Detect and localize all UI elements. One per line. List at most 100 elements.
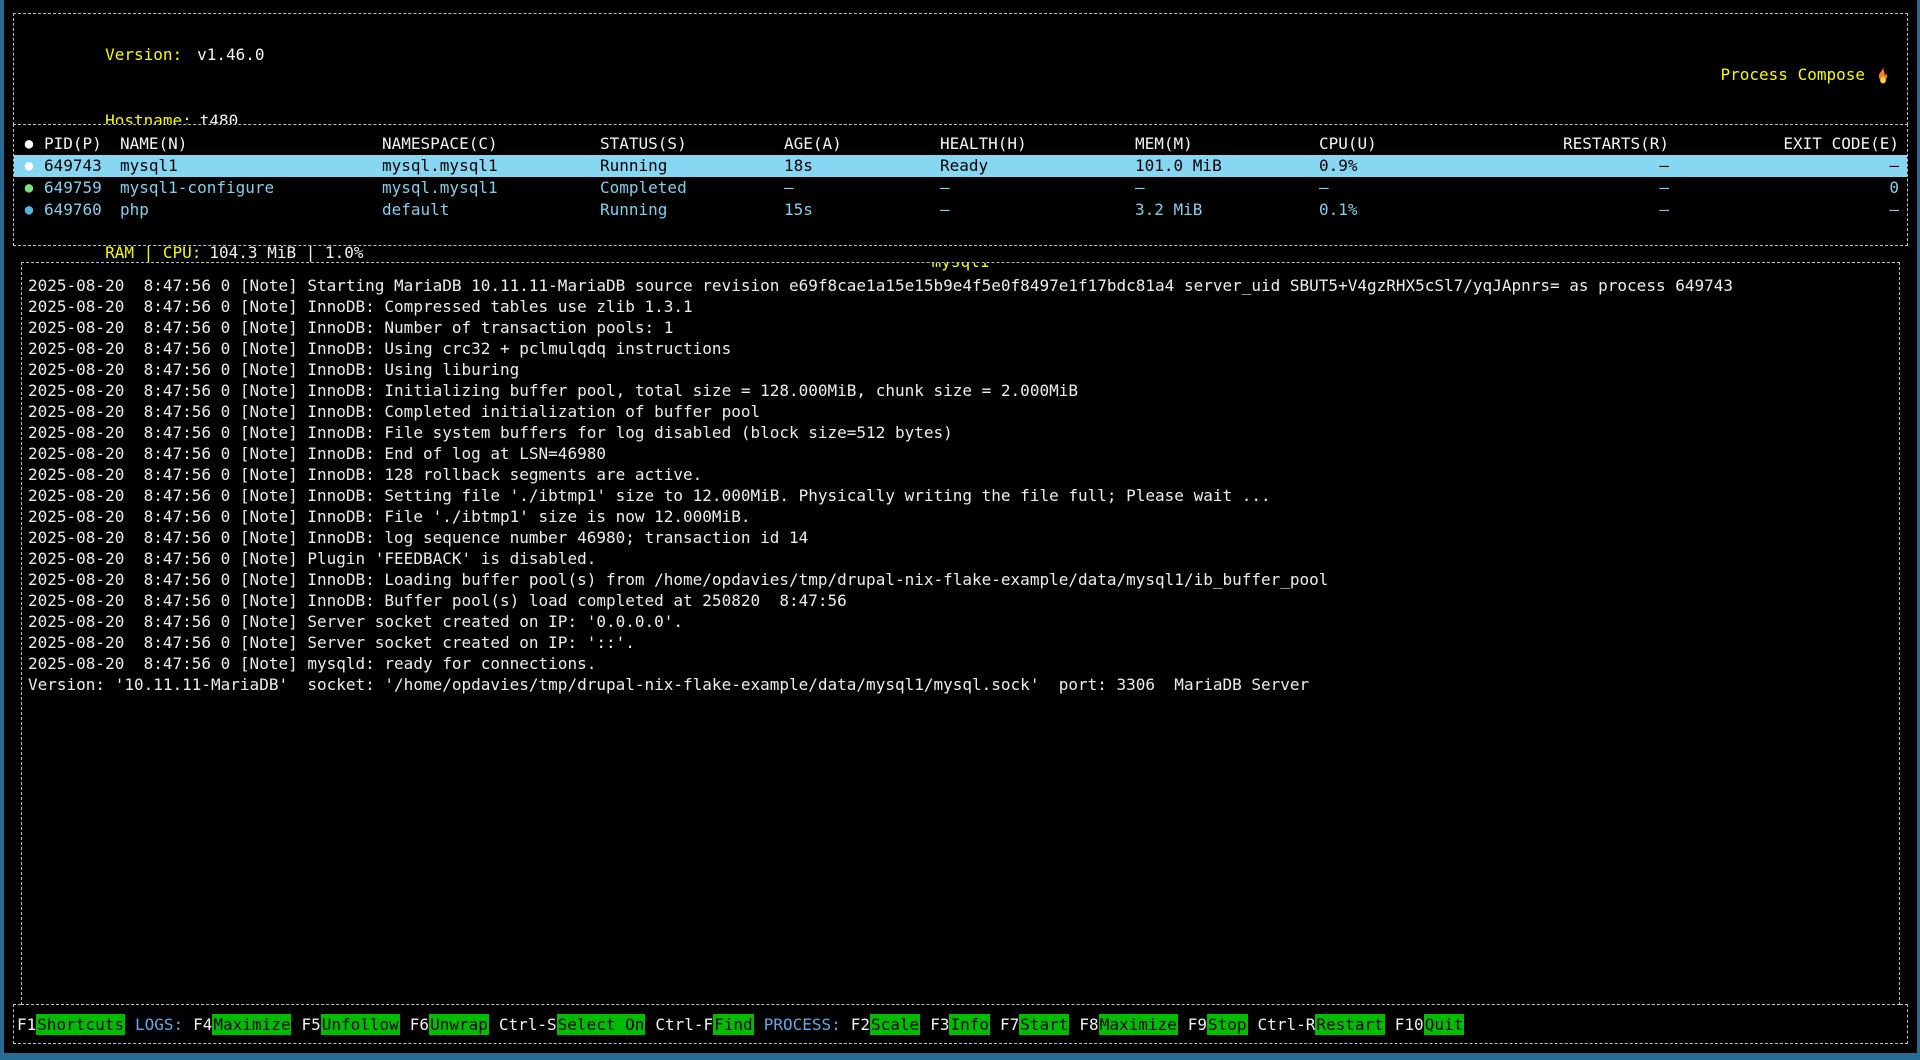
header-bullet-icon: ● — [14, 133, 44, 155]
log-line: 2025-08-20 8:47:56 0 [Note] Server socke… — [28, 611, 1893, 632]
shortcut-action[interactable]: Select On — [557, 1014, 646, 1035]
log-line: 2025-08-20 8:47:56 0 [Note] InnoDB: log … — [28, 527, 1893, 548]
cell-namespace: mysql.mysql1 — [382, 177, 600, 199]
shortcut-key: Ctrl-R — [1258, 1015, 1316, 1034]
cell-status: Completed — [600, 177, 784, 199]
col-mem[interactable]: MEM(M) — [1135, 133, 1319, 155]
shortcut-action[interactable]: Start — [1019, 1014, 1069, 1035]
log-line: 2025-08-20 8:47:56 0 [Note] mysqld: read… — [28, 653, 1893, 674]
process-row[interactable]: ● 649760 php default Running 15s – 3.2 M… — [14, 199, 1907, 221]
shortcut-key: F10 — [1395, 1015, 1424, 1034]
flame-icon — [1873, 65, 1893, 85]
shortcut-action[interactable]: Find — [713, 1014, 754, 1035]
shortcut-section-process: PROCESS: — [764, 1015, 841, 1034]
log-line: 2025-08-20 8:47:56 0 [Note] Starting Mar… — [28, 275, 1893, 296]
shortcut-key: Ctrl-S — [499, 1015, 557, 1034]
shortcut-key: F3 — [930, 1015, 949, 1034]
log-line: 2025-08-20 8:47:56 0 [Note] InnoDB: Numb… — [28, 317, 1893, 338]
shortcut-action[interactable]: Shortcuts — [36, 1014, 125, 1035]
log-line: 2025-08-20 8:47:56 0 [Note] InnoDB: Init… — [28, 380, 1893, 401]
info-version-value: v1.46.0 — [189, 45, 264, 64]
cell-age: 15s — [784, 199, 940, 221]
shortcut-action[interactable]: Unfollow — [321, 1014, 400, 1035]
col-cpu[interactable]: CPU(U) — [1319, 133, 1539, 155]
cell-status: Running — [600, 199, 784, 221]
col-name[interactable]: NAME(N) — [120, 133, 382, 155]
shortcut-unfollow[interactable]: F5Unfollow — [301, 1015, 399, 1034]
shortcut-find[interactable]: Ctrl-FFind — [655, 1015, 753, 1034]
cell-name: php — [120, 199, 382, 221]
log-line: 2025-08-20 8:47:56 0 [Note] InnoDB: Buff… — [28, 590, 1893, 611]
log-line: 2025-08-20 8:47:56 0 [Note] Server socke… — [28, 632, 1893, 653]
status-bullet-icon: ● — [14, 155, 44, 177]
shortcut-action[interactable]: Restart — [1315, 1014, 1384, 1035]
cell-age: 18s — [784, 155, 940, 177]
cell-pid: 649759 — [44, 177, 120, 199]
shortcut-action[interactable]: Stop — [1207, 1014, 1248, 1035]
app-title: Process Compose — [1721, 26, 1894, 124]
process-compose-window: Version:v1.46.0 Hostname:t480 Processes:… — [0, 0, 1920, 1060]
shortcut-restart[interactable]: Ctrl-RRestart — [1258, 1015, 1385, 1034]
cell-name: mysql1 — [120, 155, 382, 177]
shortcut-action[interactable]: Info — [949, 1014, 990, 1035]
log-panel[interactable]: mysql1 2025-08-20 8:47:56 0 [Note] Start… — [21, 262, 1900, 1005]
log-panel-title: mysql1 — [931, 262, 991, 273]
log-line: 2025-08-20 8:47:56 0 [Note] InnoDB: Usin… — [28, 359, 1893, 380]
shortcut-action[interactable]: Scale — [870, 1014, 920, 1035]
shortcut-start[interactable]: F7Start — [1000, 1015, 1069, 1034]
process-row[interactable]: ● 649759 mysql1-configure mysql.mysql1 C… — [14, 177, 1907, 199]
shortcut-shortcuts[interactable]: F1Shortcuts — [17, 1015, 125, 1034]
process-table-panel: ● PID(P) NAME(N) NAMESPACE(C) STATUS(S) … — [13, 124, 1908, 246]
col-pid[interactable]: PID(P) — [44, 133, 120, 155]
process-table-rows: ● 649743 mysql1 mysql.mysql1 Running 18s… — [14, 155, 1907, 221]
col-status[interactable]: STATUS(S) — [600, 133, 784, 155]
cell-name: mysql1-configure — [120, 177, 382, 199]
log-line: 2025-08-20 8:47:56 0 [Note] InnoDB: File… — [28, 506, 1893, 527]
shortcut-stop[interactable]: F9Stop — [1188, 1015, 1248, 1034]
cell-mem: 3.2 MiB — [1135, 199, 1319, 221]
cell-health: – — [940, 199, 1135, 221]
cell-pid: 649760 — [44, 199, 120, 221]
status-bullet-icon: ● — [14, 199, 44, 221]
shortcut-action[interactable]: Maximize — [212, 1014, 291, 1035]
shortcut-maximize[interactable]: F4Maximize — [193, 1015, 291, 1034]
cell-namespace: mysql.mysql1 — [382, 155, 600, 177]
shortcut-info[interactable]: F3Info — [930, 1015, 990, 1034]
log-line: 2025-08-20 8:47:56 0 [Note] InnoDB: File… — [28, 422, 1893, 443]
shortcut-key: F5 — [301, 1015, 320, 1034]
log-line: 2025-08-20 8:47:56 0 [Note] InnoDB: Usin… — [28, 338, 1893, 359]
log-line: 2025-08-20 8:47:56 0 [Note] InnoDB: Sett… — [28, 485, 1893, 506]
col-health[interactable]: HEALTH(H) — [940, 133, 1135, 155]
log-line: 2025-08-20 8:47:56 0 [Note] Plugin 'FEED… — [28, 548, 1893, 569]
col-age[interactable]: AGE(A) — [784, 133, 940, 155]
shortcut-action[interactable]: Maximize — [1099, 1014, 1178, 1035]
shortcut-scale[interactable]: F2Scale — [851, 1015, 920, 1034]
col-exit-code[interactable]: EXIT CODE(E) — [1669, 133, 1907, 155]
shortcut-key: F1 — [17, 1015, 36, 1034]
shortcut-section-logs: LOGS: — [135, 1015, 183, 1034]
cell-cpu: 0.1% — [1319, 199, 1539, 221]
log-line: 2025-08-20 8:47:56 0 [Note] InnoDB: Comp… — [28, 296, 1893, 317]
process-table-header: ● PID(P) NAME(N) NAMESPACE(C) STATUS(S) … — [14, 133, 1907, 155]
shortcut-action[interactable]: Quit — [1424, 1014, 1465, 1035]
shortcut-quit[interactable]: F10Quit — [1395, 1015, 1464, 1034]
cell-mem: – — [1135, 177, 1319, 199]
cell-age: – — [784, 177, 940, 199]
cell-health: Ready — [940, 155, 1135, 177]
shortcut-maximize[interactable]: F8Maximize — [1079, 1015, 1177, 1034]
shortcut-unwrap[interactable]: F6Unwrap — [410, 1015, 489, 1034]
shortcut-key: Ctrl-F — [655, 1015, 713, 1034]
cell-exit-code: 0 — [1669, 177, 1907, 199]
shortcut-action[interactable]: Unwrap — [429, 1014, 489, 1035]
log-line: 2025-08-20 8:47:56 0 [Note] InnoDB: 128 … — [28, 464, 1893, 485]
cell-exit-code: – — [1669, 155, 1907, 177]
col-namespace[interactable]: NAMESPACE(C) — [382, 133, 600, 155]
info-version: Version:v1.46.0 — [28, 22, 364, 88]
system-info: Version:v1.46.0 Hostname:t480 Processes:… — [28, 22, 364, 124]
cell-namespace: default — [382, 199, 600, 221]
process-row[interactable]: ● 649743 mysql1 mysql.mysql1 Running 18s… — [14, 155, 1907, 177]
col-restarts[interactable]: RESTARTS(R) — [1539, 133, 1669, 155]
app-title-text: Process Compose — [1721, 63, 1866, 87]
log-lines: 2025-08-20 8:47:56 0 [Note] Starting Mar… — [28, 275, 1893, 695]
shortcut-select-on[interactable]: Ctrl-SSelect On — [499, 1015, 646, 1034]
